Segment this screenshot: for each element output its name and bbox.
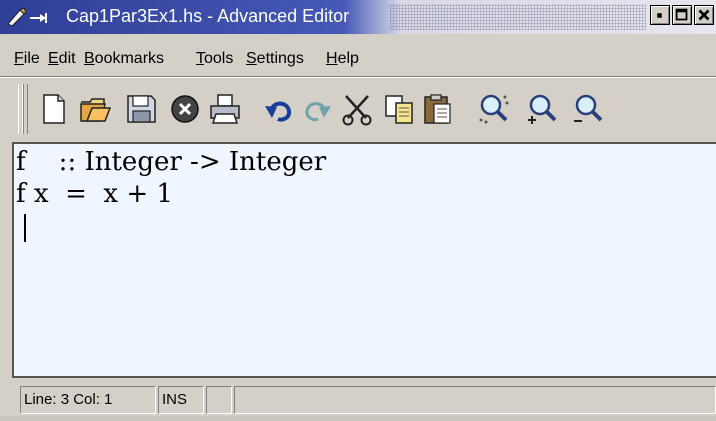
app-icon [7, 7, 47, 27]
toolbar [0, 78, 716, 138]
status-message [234, 386, 716, 414]
menu-tools-mnemonic: T [196, 50, 204, 67]
copy-button[interactable] [382, 92, 416, 126]
menu-edit[interactable]: Edit [48, 50, 76, 68]
paste-icon [424, 94, 451, 124]
code-line-2-sep: = [48, 179, 104, 209]
zoom-in-icon [528, 94, 557, 124]
close-document-icon [171, 95, 199, 123]
menu-settings-mnemonic: S [246, 50, 257, 67]
minimize-icon [657, 13, 662, 18]
undo-button[interactable] [262, 92, 296, 126]
new-button[interactable] [36, 92, 70, 126]
save-disk-icon [127, 95, 156, 123]
status-flag [206, 386, 232, 414]
open-button[interactable] [78, 92, 112, 126]
status-insert-mode[interactable]: INS [158, 386, 204, 414]
text-cursor [24, 214, 26, 242]
code-line-1: f :: Integer -> Integer [16, 147, 326, 177]
maximize-button[interactable] [672, 5, 692, 25]
find-button[interactable] [476, 92, 510, 126]
title-bar[interactable]: Cap1Par3Ex1.hs - Advanced Editor [0, 0, 716, 34]
menu-edit-mnemonic: E [48, 50, 59, 67]
menu-file-mnemonic: F [14, 50, 24, 67]
status-position: Line: 3 Col: 1 [20, 386, 156, 414]
paste-button[interactable] [420, 92, 454, 126]
cut-button[interactable] [340, 92, 374, 126]
copy-icon [385, 95, 413, 124]
status-bar: Line: 3 Col: 1 INS [0, 386, 716, 416]
close-document-button[interactable] [168, 92, 202, 126]
window-bottom-edge [0, 416, 716, 421]
zoom-out-button[interactable] [570, 92, 604, 126]
find-icon [479, 94, 509, 124]
close-icon [698, 9, 710, 21]
new-document-icon [43, 94, 65, 124]
zoom-out-icon [574, 94, 603, 122]
code-line-2-name: f x [16, 179, 49, 209]
minimize-button[interactable] [650, 5, 670, 25]
menu-settings[interactable]: Settings [246, 50, 304, 68]
code-line-2-body: x + 1 [103, 179, 173, 209]
toolbar-grip-2[interactable] [22, 84, 28, 134]
zoom-in-button[interactable] [524, 92, 558, 126]
menu-tools[interactable]: Tools [196, 50, 233, 68]
menu-edit-label: dit [58, 50, 76, 67]
menu-bookmarks-mnemonic: B [84, 50, 95, 67]
redo-button[interactable] [300, 92, 334, 126]
menu-settings-label: ettings [256, 50, 304, 67]
window-title: Cap1Par3Ex1.hs - Advanced Editor [66, 6, 350, 26]
code-line-1-body: Integer -> Integer [84, 147, 327, 177]
title-bar-pattern [390, 4, 646, 30]
menu-help-mnemonic: H [326, 50, 338, 67]
open-folder-icon [80, 98, 112, 122]
undo-icon [265, 101, 292, 122]
menu-file-label: ile [23, 50, 40, 67]
code-editor[interactable]: f :: Integer -> Integer f x = x + 1 [12, 142, 716, 378]
menu-bookmarks-label: ookmarks [94, 50, 165, 67]
menu-help[interactable]: Help [326, 50, 359, 68]
redo-icon [305, 102, 331, 122]
menu-file[interactable]: File [14, 50, 40, 68]
editor-window: Cap1Par3Ex1.hs - Advanced Editor File Ed… [0, 0, 716, 421]
menu-bookmarks[interactable]: Bookmarks [84, 50, 164, 68]
code-line-2: f x = x + 1 [16, 179, 173, 209]
cut-icon [342, 95, 372, 126]
maximize-icon [675, 8, 688, 21]
code-line-1-name: f [16, 147, 26, 177]
close-window-button[interactable] [694, 5, 714, 25]
print-button[interactable] [208, 92, 242, 126]
print-icon [210, 94, 240, 124]
save-button[interactable] [124, 92, 158, 126]
menu-tools-label: ools [204, 50, 234, 67]
code-line-1-sep: :: [25, 147, 85, 177]
menu-help-label: elp [337, 50, 359, 67]
menu-bar: File Edit Bookmarks Tools Settings Help [0, 40, 716, 74]
